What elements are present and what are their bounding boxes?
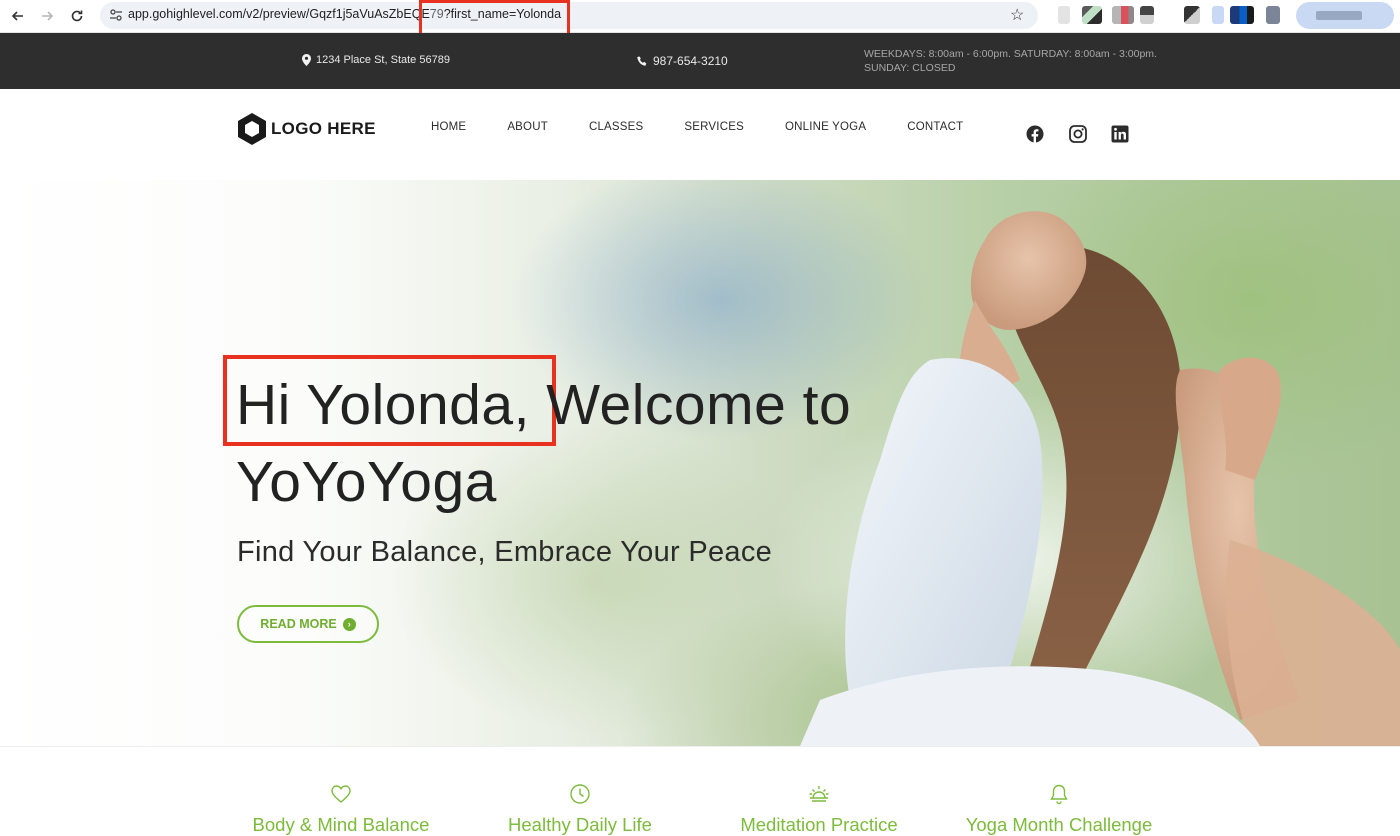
bell-icon (1050, 784, 1068, 805)
hero-section: Hi Yolonda, Welcome to YoYoYoga Find You… (0, 180, 1400, 746)
profile-name-blurred (1316, 11, 1362, 20)
read-more-label: READ MORE (260, 617, 337, 631)
feature-label: Body & Mind Balance (252, 814, 430, 835)
extension-icon[interactable] (1112, 6, 1134, 24)
menu-contact[interactable]: CONTACT (907, 121, 963, 133)
hero-title: Hi Yolonda, Welcome to YoYoYoga (236, 367, 876, 521)
site-logo[interactable]: LOGO HERE (236, 112, 376, 146)
menu-services[interactable]: SERVICES (684, 121, 744, 133)
extension-icon[interactable] (1266, 6, 1280, 24)
hours-sunday: SUNDAY: CLOSED (864, 62, 956, 74)
menu-home[interactable]: HOME (431, 121, 466, 133)
map-pin-icon (302, 54, 311, 66)
reload-button[interactable] (65, 5, 89, 27)
browser-toolbar: app.gohighlevel.com/v2/preview/Gqzf1j5aV… (0, 0, 1400, 39)
bookmark-star-icon[interactable]: ☆ (1010, 5, 1024, 25)
forward-arrow-icon (42, 11, 54, 21)
extension-icon[interactable] (1082, 6, 1102, 24)
menu-online-yoga[interactable]: ONLINE YOGA (785, 121, 866, 133)
clock-icon (570, 784, 590, 804)
heart-icon (331, 785, 351, 803)
sunrise-icon (809, 786, 829, 802)
phone-item[interactable]: 987-654-3210 (637, 54, 728, 68)
menu-about[interactable]: ABOUT (507, 121, 548, 133)
logo-text: LOGO HERE (271, 119, 376, 138)
hours-weekdays: WEEKDAYS: 8:00am - 6:00pm. SATURDAY: 8:0… (864, 48, 1157, 60)
profile-chip[interactable] (1296, 2, 1394, 29)
extension-icon[interactable] (1140, 6, 1154, 24)
back-button[interactable] (6, 5, 30, 27)
features-section: Body & Mind Balance Healthy Daily Life M… (0, 746, 1400, 836)
extension-icon[interactable] (1058, 6, 1070, 24)
back-arrow-icon (11, 11, 23, 21)
instagram-icon[interactable] (1068, 124, 1088, 144)
feature-label: Healthy Daily Life (508, 814, 652, 835)
hero-greeting: Hi Yolonda, (236, 373, 530, 437)
facebook-icon[interactable] (1025, 124, 1045, 144)
url-main: app.gohighlevel.com/v2/preview/Gqzf1j5aV… (128, 7, 430, 21)
main-menu: HOME ABOUT CLASSES SERVICES ONLINE YOGA … (431, 121, 1004, 133)
address-text: 1234 Place St, State 56789 (316, 54, 450, 66)
address-item: 1234 Place St, State 56789 (302, 54, 450, 66)
hero-subtitle: Find Your Balance, Embrace Your Peace (237, 536, 773, 568)
arrow-circle-right-icon: › (342, 617, 356, 631)
menu-classes[interactable]: CLASSES (589, 121, 643, 133)
forward-button[interactable] (35, 5, 59, 27)
hexagon-logo-icon (238, 113, 266, 145)
phone-text[interactable]: 987-654-3210 (653, 54, 728, 68)
feature-label: Meditation Practice (740, 814, 898, 835)
feature-label: Yoga Month Challenge (965, 814, 1153, 835)
site-header: LOGO HERE HOME ABOUT CLASSES SERVICES ON… (0, 89, 1400, 180)
extension-icon[interactable] (1212, 6, 1224, 24)
linkedin-icon[interactable] (1110, 124, 1130, 144)
site-info-icon[interactable] (108, 7, 124, 23)
read-more-button[interactable]: READ MORE › (237, 605, 379, 643)
extension-icon[interactable] (1230, 6, 1254, 24)
phone-icon (637, 55, 647, 66)
contact-info-bar: 1234 Place St, State 56789 987-654-3210 … (0, 33, 1400, 89)
extension-icon[interactable] (1184, 6, 1200, 24)
business-hours: WEEKDAYS: 8:00am - 6:00pm. SATURDAY: 8:0… (864, 47, 1194, 75)
reload-icon (71, 10, 83, 22)
